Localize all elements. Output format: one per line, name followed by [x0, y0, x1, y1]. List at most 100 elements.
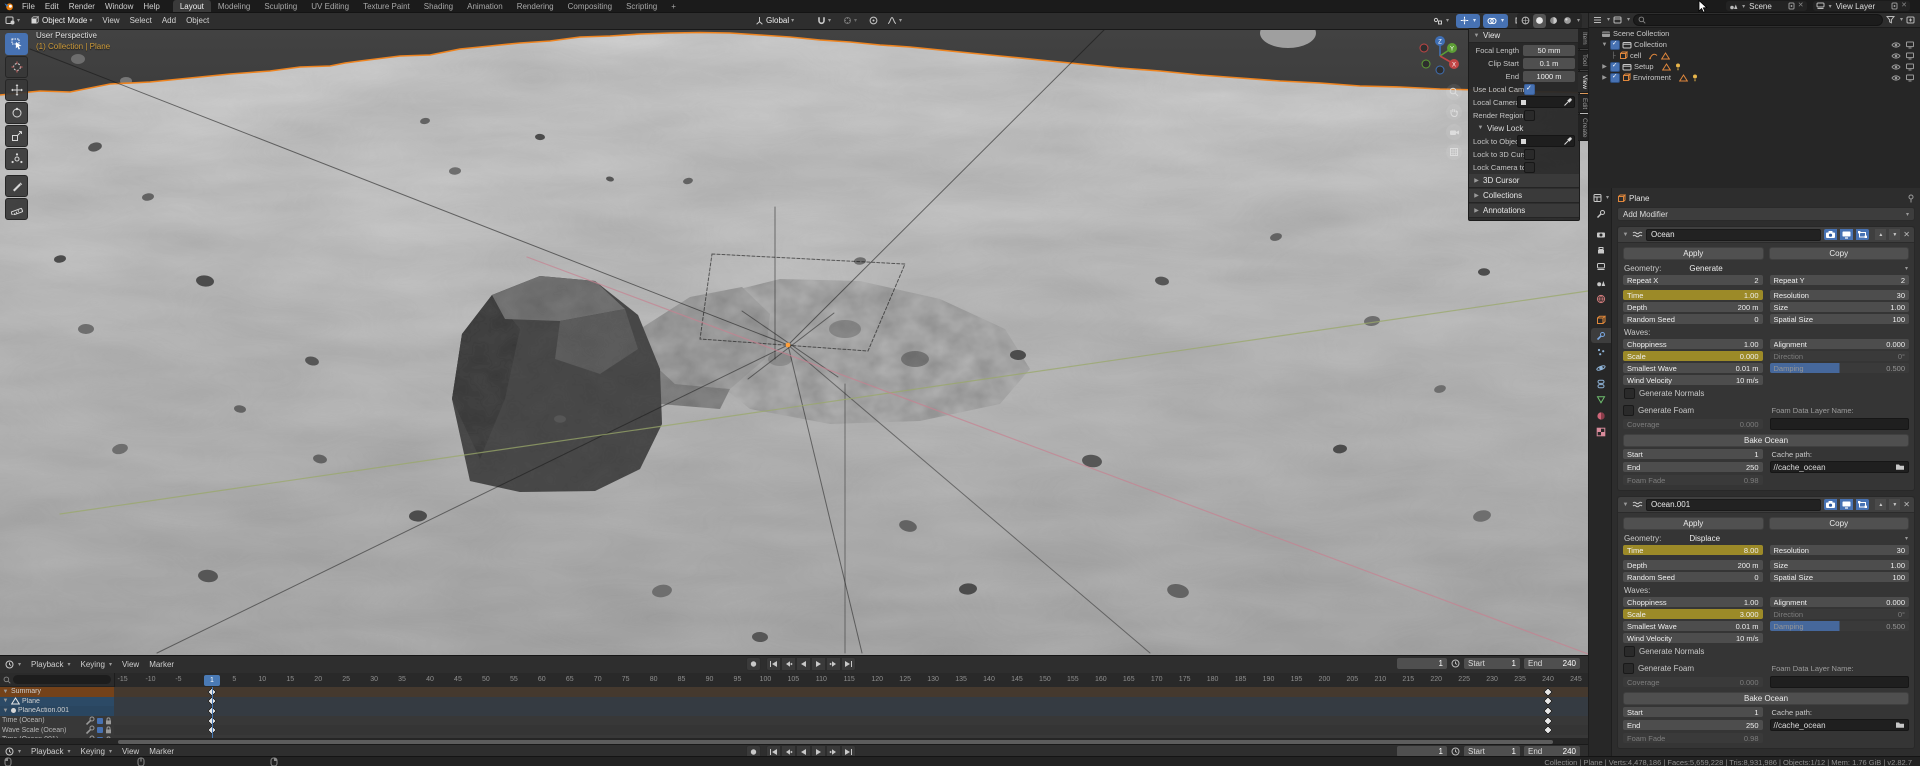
field-resolution[interactable]: Resolution30 — [1770, 545, 1910, 555]
proportional-falloff[interactable]: ▾ — [882, 13, 907, 28]
move-down-button[interactable]: ▼ — [1889, 499, 1900, 510]
scene-selector[interactable]: ▾ Scene ✕ — [1726, 1, 1807, 11]
new-scene-icon[interactable] — [1788, 2, 1796, 10]
lock-icon[interactable] — [105, 726, 112, 734]
field-size[interactable]: Size1.00 — [1770, 560, 1910, 570]
tool-select-box[interactable] — [5, 33, 28, 55]
checkbox[interactable] — [1623, 405, 1634, 416]
n-panel-tab-view[interactable]: View — [1578, 71, 1588, 93]
show-overlays-toggle[interactable]: ▾ — [1483, 14, 1508, 28]
timeline-menu-keying[interactable]: Keying▾ — [76, 660, 117, 669]
move-up-button[interactable]: ▲ — [1875, 229, 1886, 240]
editor-type-button[interactable]: ▾ — [0, 747, 26, 756]
geometry-dropdown[interactable]: Geometry:Generate▾ — [1618, 261, 1914, 274]
new-collection-icon[interactable] — [1906, 15, 1916, 24]
n-panel-section-3d-cursor[interactable]: ▶3D Cursor — [1469, 174, 1579, 188]
move-down-button[interactable]: ▼ — [1889, 229, 1900, 240]
shading-material-button[interactable] — [1547, 14, 1560, 28]
channel-wave-scale-ocean-[interactable]: Wave Scale (Ocean) — [0, 725, 114, 735]
properties-tab-tool[interactable] — [1591, 206, 1611, 221]
checkbox[interactable] — [1524, 110, 1535, 121]
properties-tab-constraints[interactable] — [1591, 376, 1611, 391]
add-modifier-dropdown[interactable]: Add Modifier ▾ — [1617, 207, 1915, 221]
checkbox[interactable] — [1524, 162, 1535, 173]
camera-view-button[interactable] — [1446, 124, 1462, 140]
tool-move[interactable] — [5, 79, 28, 101]
transform-orientation[interactable]: Global ▾ — [750, 13, 799, 28]
n-panel-section-annotations[interactable]: ▶Annotations — [1469, 204, 1579, 218]
workspace-tab-modeling[interactable]: Modeling — [211, 0, 257, 12]
menu-edit[interactable]: Edit — [40, 0, 64, 12]
tool-cursor[interactable] — [5, 56, 28, 78]
channel-time-ocean-[interactable]: Time (Ocean) — [0, 716, 114, 726]
cache-path-field[interactable]: //cache_ocean — [1770, 719, 1910, 731]
field-damping[interactable]: Damping0.500 — [1770, 363, 1910, 373]
collection-checkbox[interactable] — [1610, 62, 1620, 72]
shading-dropdown[interactable]: ▾ — [1577, 17, 1580, 24]
toggle-render-button[interactable] — [1824, 229, 1837, 240]
tool-annotate[interactable] — [5, 175, 28, 197]
prev-keyframe-button[interactable] — [781, 657, 796, 671]
expand-icon[interactable]: ▶ — [1601, 63, 1608, 70]
timeline-menu-view[interactable]: View — [117, 747, 144, 756]
proportional-editing-toggle[interactable] — [864, 13, 883, 28]
auto-keying-icon[interactable] — [1451, 747, 1460, 756]
expand-icon[interactable]: ▼ — [1622, 232, 1629, 238]
blender-logo-icon[interactable] — [4, 2, 14, 11]
field-smallest-wave[interactable]: Smallest Wave0.01 m — [1623, 363, 1763, 373]
workspace-tab-uv-editing[interactable]: UV Editing — [304, 0, 356, 12]
properties-tab-material[interactable] — [1591, 408, 1611, 423]
next-keyframe-button[interactable] — [826, 657, 841, 671]
record-button[interactable] — [746, 657, 761, 671]
properties-tab-output[interactable] — [1591, 243, 1611, 258]
field-time[interactable]: Time8.00 — [1623, 545, 1763, 555]
play-reverse-button[interactable] — [796, 657, 811, 671]
properties-tab-world[interactable] — [1591, 291, 1611, 306]
field-repeat-y[interactable]: Repeat Y2 — [1770, 275, 1910, 285]
object-selector[interactable] — [1517, 96, 1575, 108]
filter-display-mode-icon[interactable] — [1593, 16, 1602, 24]
apply-button[interactable]: Apply — [1623, 517, 1764, 530]
bake-ocean-button[interactable]: Bake Ocean — [1623, 434, 1909, 447]
timeline-menu-view[interactable]: View — [117, 660, 144, 669]
field-alignment[interactable]: Alignment0.000 — [1770, 597, 1910, 607]
viewport-menu-view[interactable]: View — [97, 13, 124, 28]
workspace-tab-sculpting[interactable]: Sculpting — [257, 0, 304, 12]
timeline-menu-playback[interactable]: Playback▾ — [26, 747, 75, 756]
menu-help[interactable]: Help — [138, 0, 164, 12]
pan-hand-button[interactable] — [1446, 104, 1462, 120]
field-start[interactable]: Start1 — [1623, 707, 1763, 717]
geometry-dropdown[interactable]: Geometry:Displace▾ — [1618, 531, 1914, 544]
field-size[interactable]: Size1.00 — [1770, 302, 1910, 312]
properties-tab-view-layer[interactable] — [1591, 259, 1611, 274]
field-resolution[interactable]: Resolution30 — [1770, 290, 1910, 300]
viewport-3d[interactable]: ▾ Object Mode ▾ ViewSelectAddObject Glob… — [0, 12, 1588, 655]
field-depth[interactable]: Depth200 m — [1623, 302, 1763, 312]
tool-rotate[interactable] — [5, 102, 28, 124]
shading-rendered-button[interactable] — [1561, 14, 1574, 28]
viewport-menu-add[interactable]: Add — [157, 13, 181, 28]
snap-toggle[interactable]: ▾ — [812, 13, 836, 28]
timeline-menu-marker[interactable]: Marker — [144, 660, 179, 669]
expand-icon[interactable]: ▼ — [2, 698, 9, 704]
close-modifier-button[interactable]: ✕ — [1903, 230, 1910, 239]
checkbox[interactable] — [1524, 84, 1535, 95]
timeline-key-area[interactable] — [114, 687, 1588, 738]
field-alignment[interactable]: Alignment0.000 — [1770, 339, 1910, 349]
field-choppiness[interactable]: Choppiness1.00 — [1623, 597, 1763, 607]
workspace-tab-shading[interactable]: Shading — [417, 0, 460, 12]
field-value[interactable]: 1000 m — [1523, 71, 1575, 82]
checkbox[interactable] — [1524, 149, 1535, 160]
n-panel-tab-item[interactable]: Item — [1578, 28, 1588, 49]
apply-button[interactable]: Apply — [1623, 247, 1764, 260]
current-frame-badge[interactable]: 1 — [204, 675, 220, 686]
filter-funnel-icon[interactable] — [1886, 15, 1895, 24]
checkbox[interactable] — [1624, 646, 1635, 657]
field-depth[interactable]: Depth200 m — [1623, 560, 1763, 570]
modifier-name-field[interactable]: Ocean.001 — [1646, 499, 1821, 511]
shading-wireframe-button[interactable] — [1519, 14, 1532, 28]
expand-icon[interactable]: ▼ — [2, 708, 9, 714]
folder-icon[interactable] — [1895, 721, 1905, 729]
field-time[interactable]: Time1.00 — [1623, 290, 1763, 300]
viewport-scene[interactable] — [0, 29, 1588, 655]
